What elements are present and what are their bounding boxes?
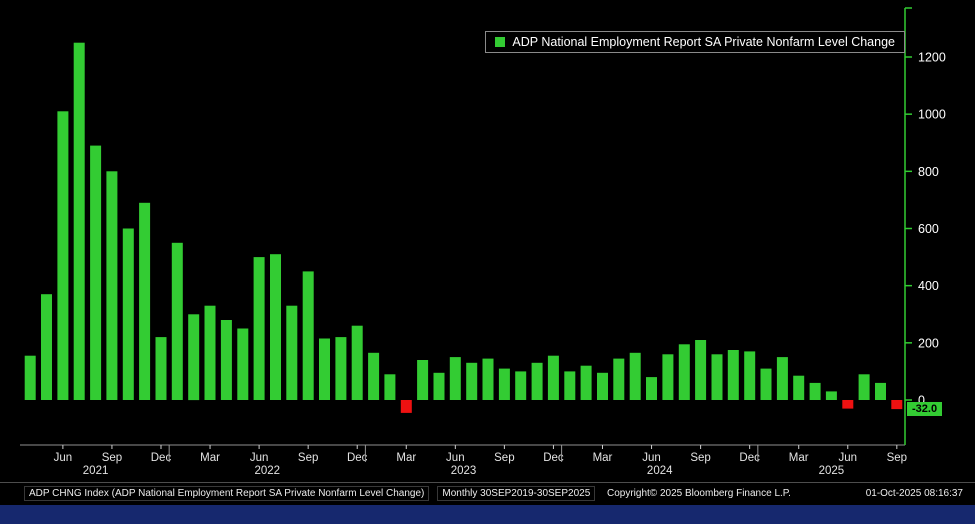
bar [466, 363, 477, 400]
bar [401, 400, 412, 413]
chart-legend: ADP National Employment Report SA Privat… [485, 31, 905, 53]
x-tick-label: Mar [200, 452, 220, 464]
bloomberg-chart-window: 020040060080010001200JunSepDecMarJunSepD… [0, 0, 975, 524]
bar [613, 359, 624, 400]
bar [483, 359, 494, 400]
bar [41, 294, 52, 400]
bar [695, 340, 706, 400]
bar [417, 360, 428, 400]
x-tick-label: Sep [102, 452, 122, 464]
bar [662, 354, 673, 400]
x-tick-label: Dec [739, 452, 760, 464]
bar [270, 254, 281, 400]
ticker-description: ADP CHNG Index (ADP National Employment … [24, 486, 429, 501]
bar [188, 314, 199, 400]
legend-swatch-icon [495, 37, 505, 47]
bar [548, 356, 559, 400]
x-tick-label: Dec [347, 452, 368, 464]
x-tick-label: Sep [887, 452, 907, 464]
bar [564, 371, 575, 400]
bar [712, 354, 723, 400]
bar [74, 43, 85, 400]
bar [303, 271, 314, 400]
bar [319, 339, 330, 401]
bar [352, 326, 363, 400]
bar [630, 353, 641, 400]
bar [646, 377, 657, 400]
x-year-label: 2021 [83, 465, 109, 477]
bar [859, 374, 870, 400]
x-tick-label: Dec [543, 452, 564, 464]
x-tick-label: Jun [446, 452, 465, 464]
x-tick-label: Dec [151, 452, 172, 464]
x-year-label: 2022 [254, 465, 280, 477]
taskbar [0, 505, 975, 524]
bar [450, 357, 461, 400]
y-tick-label: 1000 [918, 108, 946, 122]
timestamp: 01-Oct-2025 08:16:37 [866, 488, 963, 499]
x-tick-label: Jun [250, 452, 269, 464]
bar [728, 350, 739, 400]
bar [139, 203, 150, 400]
bar [335, 337, 346, 400]
chart-svg: 020040060080010001200JunSepDecMarJunSepD… [0, 0, 975, 482]
x-tick-label: Sep [690, 452, 710, 464]
bar [90, 146, 101, 400]
footer-divider [0, 482, 975, 483]
bar [532, 363, 543, 400]
y-tick-label: 1200 [918, 51, 946, 65]
copyright-text: Copyright© 2025 Bloomberg Finance L.P. [607, 488, 791, 499]
bar [25, 356, 36, 400]
x-tick-label: Mar [593, 452, 613, 464]
bar [123, 229, 134, 401]
bar [106, 171, 117, 400]
bar [286, 306, 297, 400]
x-tick-label: Mar [396, 452, 416, 464]
last-value-badge: -32.0 [907, 402, 942, 416]
bar [891, 400, 902, 409]
bar [499, 369, 510, 400]
bar [679, 344, 690, 400]
x-year-label: 2024 [647, 465, 673, 477]
bar [810, 383, 821, 400]
y-tick-label: 200 [918, 336, 939, 350]
bar [793, 376, 804, 400]
x-tick-label: Jun [642, 452, 661, 464]
y-tick-label: 600 [918, 222, 939, 236]
periodicity-range: Monthly 30SEP2019-30SEP2025 [437, 486, 595, 501]
x-year-label: 2023 [451, 465, 477, 477]
bar [237, 329, 248, 401]
bar [205, 306, 216, 400]
legend-label: ADP National Employment Report SA Privat… [512, 35, 895, 49]
x-year-label: 2025 [819, 465, 845, 477]
bar [384, 374, 395, 400]
x-tick-label: Jun [54, 452, 73, 464]
bar [172, 243, 183, 400]
bar [254, 257, 265, 400]
y-tick-label: 400 [918, 279, 939, 293]
bar [581, 366, 592, 400]
y-tick-label: 800 [918, 165, 939, 179]
bar [368, 353, 379, 400]
bar [777, 357, 788, 400]
x-tick-label: Jun [838, 452, 857, 464]
bar [744, 351, 755, 400]
bar [221, 320, 232, 400]
bar [434, 373, 445, 400]
footer-left-group: ADP CHNG Index (ADP National Employment … [24, 486, 595, 501]
bar [597, 373, 608, 400]
bar [515, 371, 526, 400]
status-bar: ADP CHNG Index (ADP National Employment … [0, 484, 975, 503]
bar [57, 111, 68, 400]
bar [761, 369, 772, 400]
x-tick-label: Sep [298, 452, 318, 464]
bar [875, 383, 886, 400]
x-tick-label: Sep [494, 452, 514, 464]
bar [156, 337, 167, 400]
bar [826, 391, 837, 400]
bar [842, 400, 853, 409]
x-tick-label: Mar [789, 452, 809, 464]
